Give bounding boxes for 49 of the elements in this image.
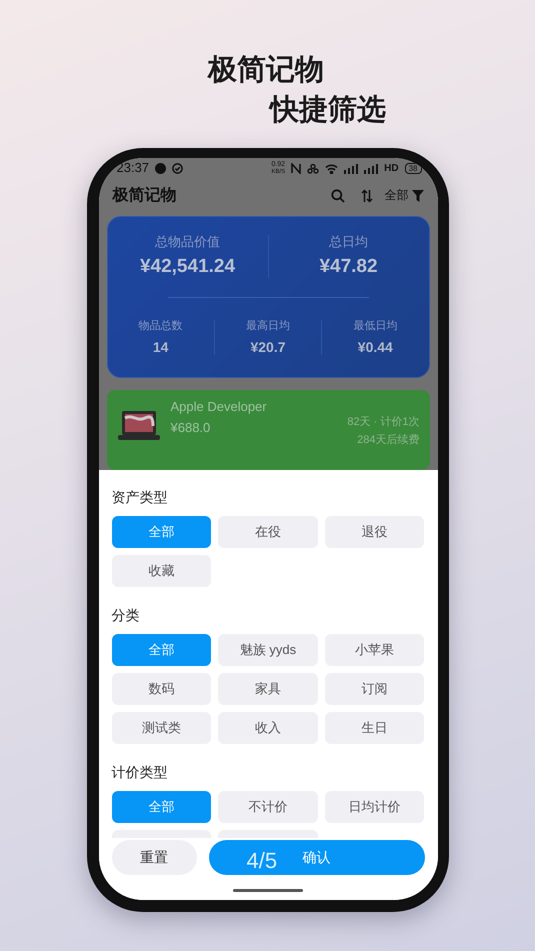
link-icon	[307, 164, 320, 174]
filter-chip[interactable]: 魅族 yyds	[218, 634, 318, 666]
stat-label: 最低日均	[353, 320, 398, 333]
stat-label: 物品总数	[138, 320, 183, 333]
item-name: Apple Developer	[170, 400, 267, 415]
stat-value: ¥42,541.24	[140, 256, 236, 278]
section-title: 计价类型	[112, 763, 168, 782]
signal-icon	[364, 164, 378, 174]
wifi-icon	[325, 164, 338, 174]
filter-chip[interactable]: 生日	[324, 712, 424, 744]
stat-label: 最高日均	[246, 320, 290, 333]
filter-chip[interactable]: 在役	[218, 516, 318, 548]
page-indicator: 4/5	[246, 848, 278, 874]
filter-chip[interactable]: 日均计价	[324, 791, 424, 823]
app-title: 极简记物	[112, 186, 176, 205]
filter-chip[interactable]: 退役	[324, 516, 424, 548]
filter-chip[interactable]: 收入	[218, 712, 318, 744]
check-circle-icon	[172, 163, 184, 174]
filter-chip[interactable]: 小苹果	[324, 634, 424, 666]
hd-label: HD	[384, 163, 399, 175]
headline: 快捷筛选	[270, 93, 386, 128]
filter-icon[interactable]	[412, 190, 424, 202]
dot-icon	[155, 163, 166, 174]
stat-value: ¥20.7	[250, 338, 286, 355]
stat-value: ¥47.82	[319, 256, 378, 278]
filter-label[interactable]: 全部	[384, 188, 408, 203]
item-usage: 82天 · 计价1次	[347, 416, 420, 429]
section-title: 资产类型	[112, 488, 168, 507]
item-renewal: 284天后续费	[357, 434, 420, 446]
headline: 极简记物	[208, 53, 324, 88]
filter-chip[interactable]: 不计价	[218, 791, 318, 823]
filter-chip[interactable]: 家具	[218, 673, 318, 705]
battery-level: 38	[404, 163, 422, 174]
filter-chip[interactable]: 测试类	[112, 712, 212, 744]
stat-label: 总日均	[329, 235, 368, 250]
stat-label: 总物品价值	[155, 235, 220, 250]
signal-icon	[344, 164, 358, 174]
stat-value: 14	[152, 338, 168, 355]
laptop-icon	[116, 410, 160, 442]
filter-chip[interactable]: 订阅	[324, 673, 424, 705]
filter-chip[interactable]: 数码	[112, 673, 212, 705]
search-icon[interactable]	[330, 188, 344, 203]
nfc-icon	[291, 163, 302, 174]
filter-chip[interactable]: 收藏	[112, 555, 212, 587]
stat-value: ¥0.44	[358, 338, 393, 355]
section-title: 分类	[112, 606, 140, 625]
sort-icon[interactable]	[360, 188, 372, 203]
item-price: ¥688.0	[170, 420, 210, 436]
reset-button[interactable]: 重置	[112, 840, 197, 875]
